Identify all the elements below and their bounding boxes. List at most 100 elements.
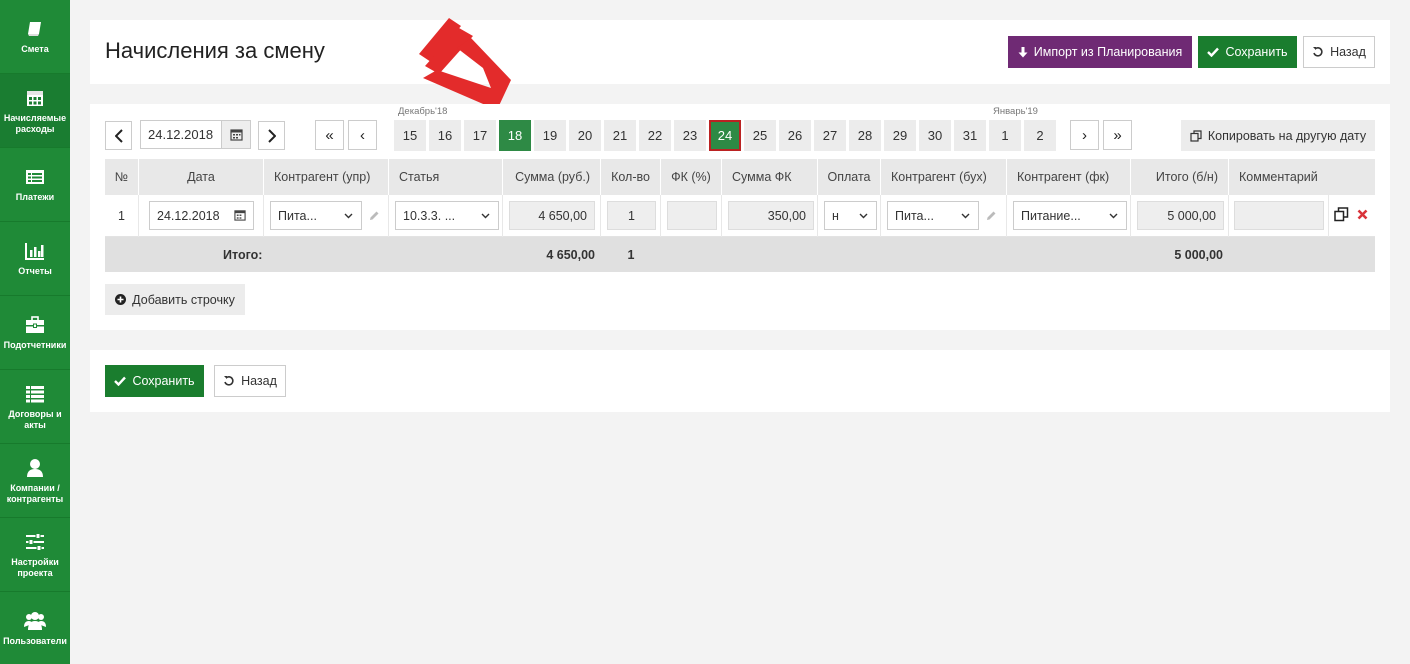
sidebar-item-reports[interactable]: Отчеты bbox=[0, 222, 70, 296]
statya-select[interactable]: 10.3.3. ... bbox=[395, 201, 499, 230]
day-button[interactable]: 24 bbox=[709, 120, 741, 151]
kontragent-upr-select[interactable]: Пита... bbox=[270, 201, 362, 230]
col-header-statya: Статья bbox=[389, 159, 503, 195]
day-button[interactable]: 23 bbox=[674, 120, 706, 151]
sidebar-item-accountables[interactable]: Подотчетники bbox=[0, 296, 70, 370]
cell-kolvo: 1 bbox=[601, 195, 661, 237]
col-header-kontragent-buh: Контрагент (бух) bbox=[881, 159, 1007, 195]
day-button[interactable]: 15 bbox=[394, 120, 426, 151]
table-row: 1 24.12.2018 Пита... 10.3.3. ... 4 650,0… bbox=[105, 195, 1375, 237]
summa-fk-field[interactable]: 350,00 bbox=[728, 201, 814, 230]
row-date-input[interactable]: 24.12.2018 bbox=[149, 201, 254, 230]
book-icon bbox=[24, 18, 46, 40]
sidebar-item-users[interactable]: Пользователи bbox=[0, 592, 70, 664]
sidebar-item-project-settings[interactable]: Настройки проекта bbox=[0, 518, 70, 592]
col-header-num: № bbox=[105, 159, 139, 195]
main-panel: 24.12.2018 « ‹ Декабрь'18 Январь'19 15 16… bbox=[90, 104, 1390, 330]
import-button[interactable]: Импорт из Планирования bbox=[1008, 36, 1192, 68]
cell-summa: 4 650,00 bbox=[503, 195, 601, 237]
col-header-oplata: Оплата bbox=[818, 159, 881, 195]
col-header-summa: Сумма (руб.) bbox=[503, 159, 601, 195]
next-date-button[interactable] bbox=[258, 121, 285, 150]
date-field[interactable]: 24.12.2018 bbox=[140, 120, 251, 149]
day-button[interactable]: 26 bbox=[779, 120, 811, 151]
page-title: Начисления за смену bbox=[105, 38, 325, 63]
first-page-button[interactable]: « bbox=[315, 120, 344, 150]
cell-kontragent-buh: Пита... bbox=[881, 195, 1007, 237]
kontragent-buh-value: Пита... bbox=[895, 208, 934, 223]
chevron-down-icon bbox=[481, 213, 490, 219]
sidebar-item-companies[interactable]: Компании / контрагенты bbox=[0, 444, 70, 518]
cell-kontragent-upr: Пита... bbox=[264, 195, 389, 237]
delete-row-icon[interactable] bbox=[1357, 209, 1368, 220]
day-button[interactable]: 16 bbox=[429, 120, 461, 151]
copy-to-date-label: Копировать на другую дату bbox=[1207, 128, 1367, 143]
last-page-button[interactable]: » bbox=[1103, 120, 1132, 150]
day-button[interactable]: 21 bbox=[604, 120, 636, 151]
day-button[interactable]: 18 bbox=[499, 120, 531, 151]
day-button[interactable]: 19 bbox=[534, 120, 566, 151]
cell-oplata: н bbox=[818, 195, 881, 237]
calendar-icon[interactable] bbox=[234, 209, 246, 221]
day-button[interactable]: 28 bbox=[849, 120, 881, 151]
totals-label: Итого: bbox=[223, 247, 263, 262]
footer-back-button[interactable]: Назад bbox=[214, 365, 286, 397]
day-button[interactable]: 31 bbox=[954, 120, 986, 151]
summa-field[interactable]: 4 650,00 bbox=[509, 201, 595, 230]
pencil-icon[interactable] bbox=[985, 210, 997, 222]
fk-percent-field[interactable] bbox=[667, 201, 717, 230]
sidebar-item-label: Платежи bbox=[15, 192, 55, 202]
day-button[interactable]: 2 bbox=[1024, 120, 1056, 151]
add-row-button[interactable]: Добавить строчку bbox=[105, 284, 245, 315]
day-button[interactable]: 30 bbox=[919, 120, 951, 151]
footer-save-button[interactable]: Сохранить bbox=[105, 365, 204, 397]
col-header-itogo: Итого (б/н) bbox=[1131, 159, 1229, 195]
copy-row-icon[interactable] bbox=[1334, 207, 1349, 222]
check-icon bbox=[1207, 47, 1220, 57]
cell-date: 24.12.2018 bbox=[139, 195, 264, 237]
calendar-icon[interactable] bbox=[221, 120, 250, 149]
cell-comment bbox=[1229, 195, 1329, 237]
comment-field[interactable] bbox=[1234, 201, 1324, 230]
plus-circle-icon bbox=[115, 294, 127, 305]
col-header-kontragent-upr: Контрагент (упр) bbox=[264, 159, 389, 195]
day-button[interactable]: 20 bbox=[569, 120, 601, 151]
cell-itogo: 5 000,00 bbox=[1131, 195, 1229, 237]
footer-save-label: Сохранить bbox=[132, 374, 195, 388]
day-button[interactable]: 25 bbox=[744, 120, 776, 151]
statya-value: 10.3.3. ... bbox=[403, 208, 456, 223]
undo-icon bbox=[1313, 47, 1323, 57]
itogo-field[interactable]: 5 000,00 bbox=[1137, 201, 1224, 230]
day-button[interactable]: 17 bbox=[464, 120, 496, 151]
day-button[interactable]: 27 bbox=[814, 120, 846, 151]
next-page-button[interactable]: › bbox=[1070, 120, 1099, 150]
totals-summa: 4 650,00 bbox=[546, 247, 595, 262]
prev-page-button[interactable]: ‹ bbox=[348, 120, 377, 150]
users-icon bbox=[24, 610, 46, 632]
kontragent-fk-select[interactable]: Питание... bbox=[1013, 201, 1127, 230]
day-button[interactable]: 1 bbox=[989, 120, 1021, 151]
copy-to-date-button[interactable]: Копировать на другую дату bbox=[1181, 120, 1375, 151]
sidebar-item-contracts[interactable]: Договоры и акты bbox=[0, 370, 70, 444]
col-header-summa-fk: Сумма ФК bbox=[722, 159, 818, 195]
oplata-select[interactable]: н bbox=[824, 201, 877, 230]
totals-kolvo: 1 bbox=[627, 247, 635, 262]
sidebar-item-payments[interactable]: Платежи bbox=[0, 148, 70, 222]
row-date-value: 24.12.2018 bbox=[157, 208, 220, 223]
sidebar-item-smeta[interactable]: Смета bbox=[0, 0, 70, 74]
kolvo-field[interactable]: 1 bbox=[607, 201, 656, 230]
save-button[interactable]: Сохранить bbox=[1198, 36, 1297, 68]
pencil-icon[interactable] bbox=[368, 210, 380, 222]
day-button[interactable]: 29 bbox=[884, 120, 916, 151]
chevron-down-icon bbox=[344, 213, 353, 219]
chevron-down-icon bbox=[961, 213, 970, 219]
save-button-label: Сохранить bbox=[1225, 45, 1288, 59]
back-button[interactable]: Назад bbox=[1303, 36, 1375, 68]
col-header-date: Дата bbox=[139, 159, 264, 195]
sidebar-item-accruals[interactable]: Начисляемые расходы bbox=[0, 74, 70, 148]
col-header-kolvo: Кол-во bbox=[601, 159, 661, 195]
kontragent-buh-select[interactable]: Пита... bbox=[887, 201, 979, 230]
chevron-right-icon bbox=[267, 128, 276, 143]
prev-date-button[interactable] bbox=[105, 121, 132, 150]
day-button[interactable]: 22 bbox=[639, 120, 671, 151]
